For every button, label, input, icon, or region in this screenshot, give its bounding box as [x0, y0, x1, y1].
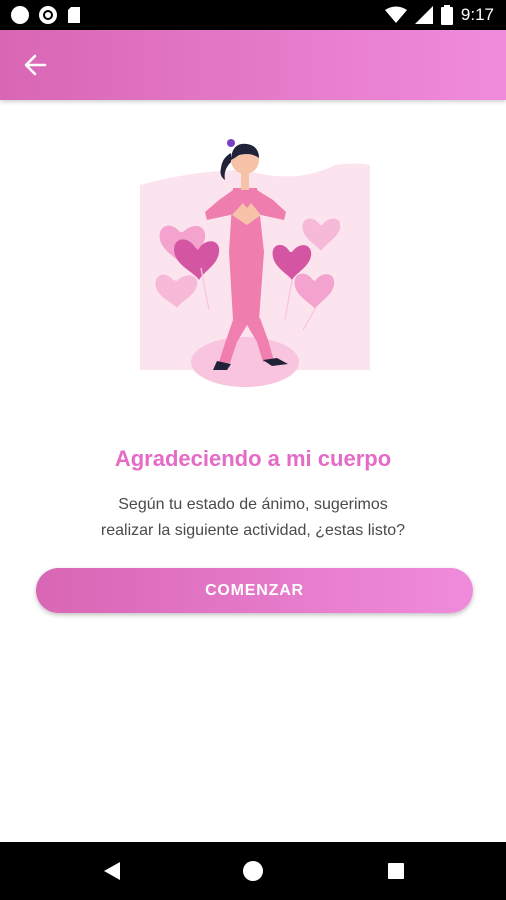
- home-circle-icon: [243, 861, 263, 881]
- back-button[interactable]: [14, 44, 56, 86]
- activity-description: Según tu estado de ánimo, sugerimos real…: [60, 492, 446, 544]
- status-time: 9:17: [460, 5, 494, 24]
- signal-icon: [414, 6, 433, 24]
- description-line-2: realizar la siguiente actividad, ¿estas …: [100, 522, 406, 539]
- description-line-1: Según tu estado de ánimo, sugerimos: [118, 496, 388, 513]
- circle-icon: [11, 6, 29, 24]
- wifi-icon: [384, 6, 407, 23]
- start-button-label: COMENZAR: [205, 581, 304, 599]
- status-bar: 9:17: [0, 0, 506, 30]
- back-triangle-icon: [104, 862, 120, 880]
- recents-square-icon: [388, 863, 404, 879]
- start-button[interactable]: COMENZAR: [36, 568, 473, 613]
- nav-back-button[interactable]: [96, 855, 128, 887]
- activity-title: Agradeciendo a mi cuerpo: [114, 446, 392, 471]
- nav-home-button[interactable]: [237, 855, 269, 887]
- battery-icon: [440, 5, 453, 25]
- navigation-bar: [0, 842, 506, 900]
- app-bar: [0, 30, 506, 100]
- nav-recents-button[interactable]: [380, 855, 412, 887]
- sync-icon: [39, 6, 57, 24]
- status-left-icons: [10, 5, 82, 25]
- arrow-left-icon: [24, 54, 47, 76]
- sd-card-icon: [68, 7, 80, 23]
- status-right-icons: 9:17: [384, 4, 494, 26]
- woman-heart-illustration: [140, 139, 370, 387]
